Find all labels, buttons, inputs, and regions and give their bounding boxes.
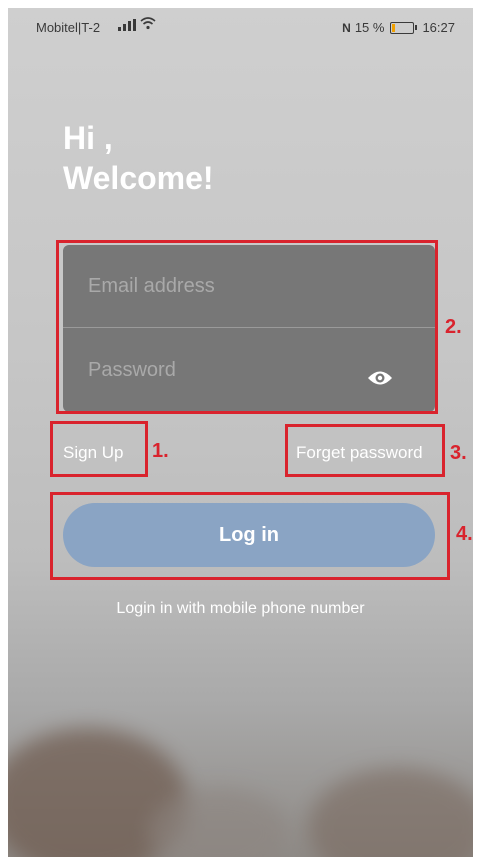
nfc-icon: N xyxy=(342,20,351,35)
annotation-number-1: 1. xyxy=(152,440,169,462)
background-blur xyxy=(308,768,473,857)
greeting-line-1: Hi , xyxy=(63,120,113,156)
annotation-box-form xyxy=(56,240,438,414)
annotation-number-2: 2. xyxy=(445,316,462,338)
status-right: N 15 % 16:27 xyxy=(342,20,455,35)
welcome-heading: Hi , Welcome! xyxy=(63,118,214,198)
carrier-label: Mobitel|T-2 xyxy=(36,20,101,35)
status-bar: Mobitel|T-2 N 15 % 16:27 xyxy=(8,8,473,44)
annotation-box-login xyxy=(50,492,450,580)
wifi-icon xyxy=(140,16,156,33)
annotation-number-4: 4. xyxy=(456,523,473,545)
annotation-box-forget xyxy=(285,424,445,477)
login-phone-link[interactable]: Login in with mobile phone number xyxy=(8,600,473,618)
battery-level xyxy=(392,23,396,32)
annotation-box-sign-up xyxy=(50,421,148,477)
clock: 16:27 xyxy=(422,20,455,35)
battery-icon xyxy=(390,21,418,34)
signal-bars-icon xyxy=(118,19,136,34)
annotation-number-3: 3. xyxy=(450,442,467,464)
greeting-line-2: Welcome! xyxy=(63,160,214,196)
battery-percent: 15 % xyxy=(354,20,385,35)
